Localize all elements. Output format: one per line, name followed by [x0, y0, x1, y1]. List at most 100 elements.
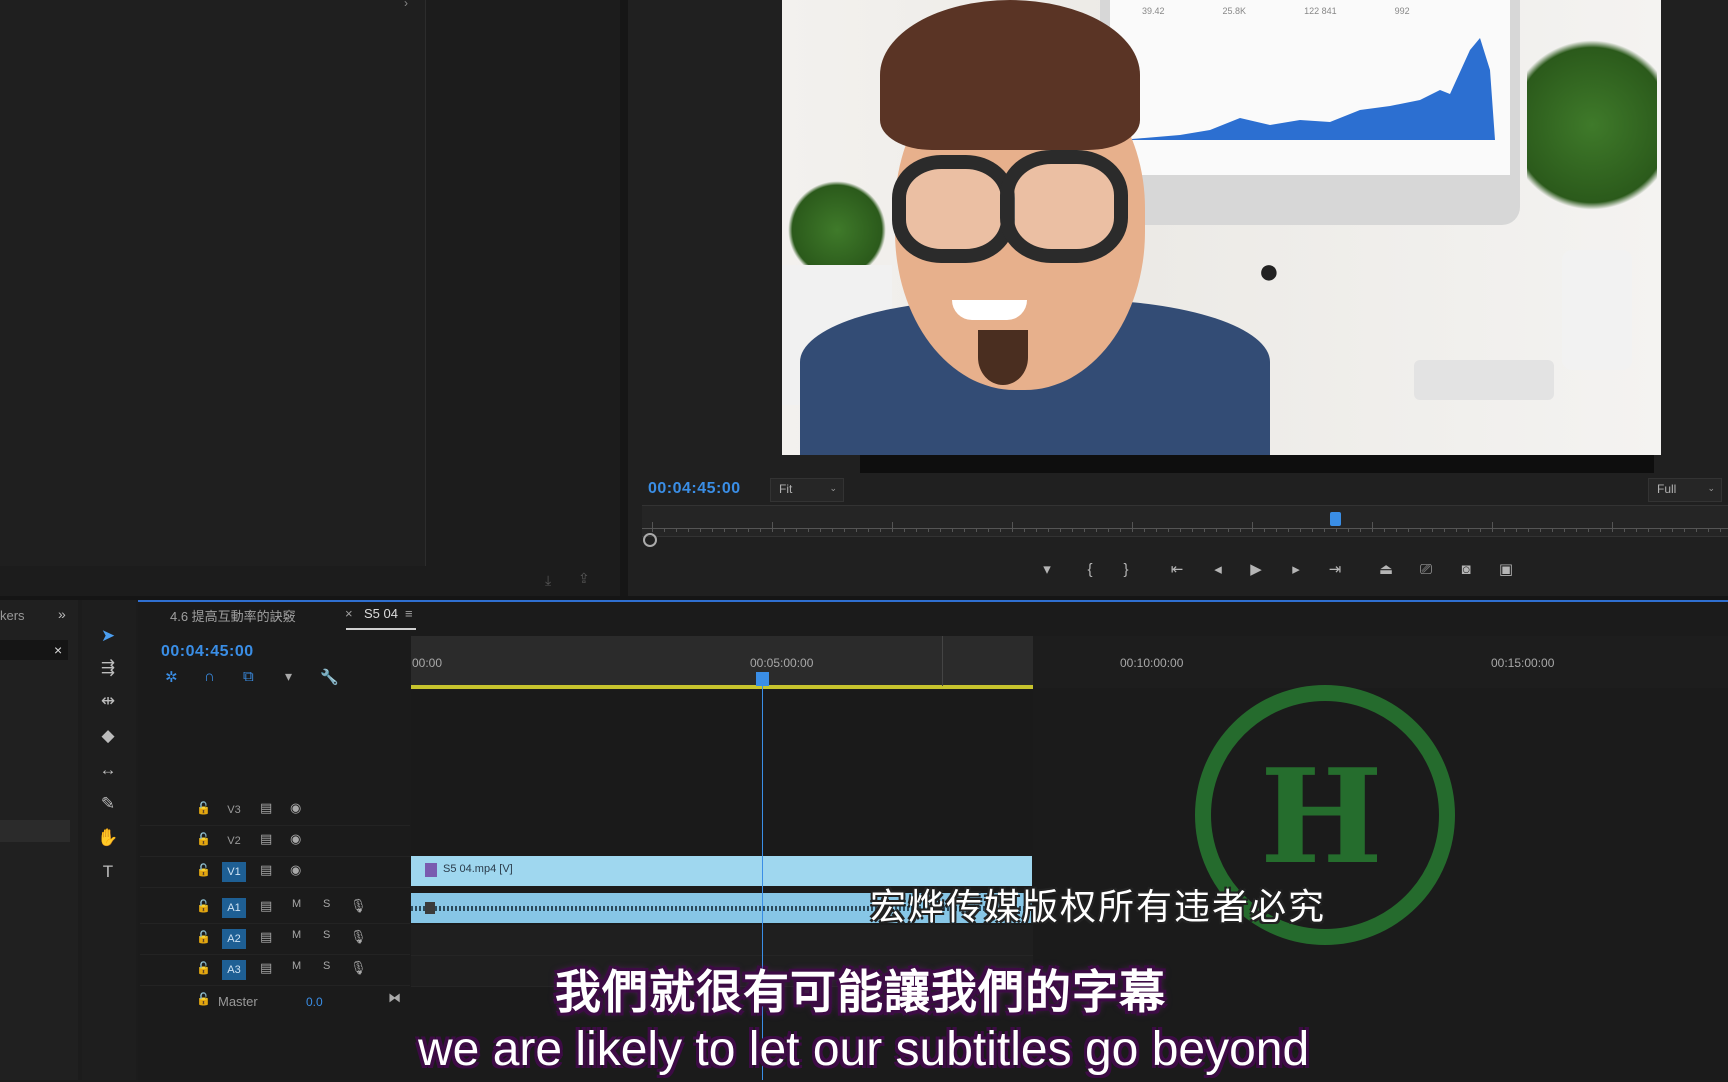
selection-tool-icon[interactable]: ➤: [96, 624, 120, 648]
subtitle-chinese: 我們就很有可能讓我們的字幕: [555, 966, 1166, 1018]
solo-button[interactable]: S: [323, 929, 330, 941]
source-monitor-frame: [0, 0, 426, 566]
track-header-v3: 🔓 V3 ▤ ◉: [140, 795, 410, 826]
mark-in-icon[interactable]: {: [1078, 558, 1102, 582]
in-point-handle[interactable]: [643, 533, 657, 547]
step-back-icon[interactable]: ◂: [1206, 558, 1230, 582]
sync-lock-icon[interactable]: ▤: [260, 960, 272, 976]
track-label[interactable]: V2: [222, 831, 246, 851]
project-tab-label[interactable]: kers: [0, 608, 25, 623]
hand-tool-icon[interactable]: ✋: [96, 826, 120, 850]
go-to-end-icon[interactable]: ⧓: [388, 990, 401, 1006]
watermark-letters: H: [1260, 740, 1383, 893]
tab-active-sequence[interactable]: S5 04: [364, 606, 398, 621]
ruler-label: 00:15:00:00: [1491, 656, 1555, 670]
program-timecode[interactable]: 00:04:45:00: [648, 480, 741, 498]
microphone-icon[interactable]: 🎙: [350, 960, 367, 976]
go-to-out-icon[interactable]: ⇥: [1323, 558, 1347, 582]
lock-icon[interactable]: 🔓: [196, 961, 211, 975]
lock-icon[interactable]: 🔓: [196, 930, 211, 944]
tab-sequence[interactable]: 4.6 提高互動率的訣竅: [170, 606, 296, 625]
snap-icon[interactable]: ∩: [204, 668, 215, 685]
mute-button[interactable]: M: [292, 960, 301, 972]
track-label[interactable]: A3: [222, 960, 246, 980]
lock-icon[interactable]: 🔓: [196, 801, 211, 815]
play-icon[interactable]: ▶: [1244, 558, 1268, 582]
eye-icon[interactable]: ◉: [290, 862, 301, 878]
timeline-playhead[interactable]: [756, 672, 769, 686]
lock-icon[interactable]: 🔓: [196, 863, 211, 877]
project-list-item[interactable]: [0, 820, 70, 842]
solo-button[interactable]: S: [323, 898, 330, 910]
lock-icon[interactable]: 🔓: [196, 832, 211, 846]
linked-selection-icon[interactable]: ⧉: [243, 668, 254, 685]
plant-right: [1527, 0, 1657, 260]
sync-lock-icon[interactable]: ▤: [260, 800, 272, 816]
master-volume-value[interactable]: 0.0: [306, 995, 323, 1009]
quality-select[interactable]: Full ⌄: [1648, 478, 1722, 502]
lock-icon[interactable]: 🔓: [196, 899, 211, 913]
solo-button[interactable]: S: [323, 960, 330, 972]
sync-lock-icon[interactable]: ▤: [260, 898, 272, 914]
add-marker-icon[interactable]: ▾: [285, 668, 292, 685]
timeline-timecode[interactable]: 00:04:45:00: [161, 643, 254, 661]
avatar-beard: [978, 330, 1028, 385]
comparison-view-icon[interactable]: ▣: [1494, 558, 1518, 582]
track-label[interactable]: V3: [222, 800, 246, 820]
track-label[interactable]: V1: [222, 862, 246, 882]
program-scrub-bar[interactable]: [642, 505, 1728, 537]
extract-icon[interactable]: ⎚: [1414, 558, 1438, 582]
go-to-in-icon[interactable]: ⇤: [1165, 558, 1189, 582]
mute-button[interactable]: M: [292, 929, 301, 941]
lift-icon[interactable]: ⏏: [1374, 558, 1398, 582]
clip-name: S5 04.mp4 [V]: [443, 863, 513, 875]
timeline-ruler-active: [411, 636, 1033, 688]
lock-icon[interactable]: 🔓: [196, 992, 211, 1006]
track-header-a1: 🔓 A1 ▤ M S 🎙: [140, 893, 410, 924]
close-icon[interactable]: ×: [54, 642, 62, 658]
wrench-icon[interactable]: 🔧: [320, 668, 339, 686]
sync-lock-icon[interactable]: ▤: [260, 929, 272, 945]
chevron-right-icon[interactable]: ›: [404, 0, 408, 10]
mute-button[interactable]: M: [292, 898, 301, 910]
export-frame-icon[interactable]: ⇪: [578, 570, 590, 587]
fx-badge-icon: [425, 863, 437, 877]
work-area-bar[interactable]: [411, 685, 1033, 689]
master-label: Master: [218, 994, 258, 1009]
ripple-edit-tool-icon[interactable]: ⇹: [96, 689, 120, 713]
track-label[interactable]: A1: [222, 898, 246, 918]
glasses-left: [892, 155, 1015, 263]
track-header-v1: 🔓 V1 ▤ ◉: [140, 857, 410, 888]
fx-badge-icon: [425, 902, 435, 914]
pen-tool-icon[interactable]: ✎: [96, 792, 120, 816]
eye-icon[interactable]: ◉: [290, 831, 301, 847]
nest-icon[interactable]: ✲: [165, 668, 178, 686]
track-header-v2: 🔓 V2 ▤ ◉: [140, 826, 410, 857]
track-label[interactable]: A2: [222, 929, 246, 949]
menu-icon[interactable]: ≡: [405, 606, 413, 621]
add-marker-icon[interactable]: ▾: [1035, 558, 1059, 582]
program-playhead[interactable]: [1330, 512, 1341, 526]
sync-lock-icon[interactable]: ▤: [260, 862, 272, 878]
mark-out-icon[interactable]: }: [1114, 558, 1138, 582]
close-icon[interactable]: ×: [345, 606, 353, 621]
insert-icon[interactable]: ⤓: [545, 572, 551, 589]
step-forward-icon[interactable]: ▸: [1284, 558, 1308, 582]
panel-divider: [620, 0, 628, 596]
sync-lock-icon[interactable]: ▤: [260, 831, 272, 847]
scrub-tick: [772, 522, 773, 532]
microphone-icon[interactable]: 🎙: [350, 929, 367, 945]
track-header-a3: 🔓 A3 ▤ M S 🎙: [140, 955, 410, 986]
eye-icon[interactable]: ◉: [290, 800, 301, 816]
panel-overflow-icon[interactable]: »: [58, 606, 66, 622]
razor-tool-icon[interactable]: ◆: [96, 724, 120, 748]
track-header-master: 🔓 Master 0.0 ⧓: [140, 986, 410, 1016]
type-tool-icon[interactable]: T: [96, 860, 120, 884]
slip-tool-icon[interactable]: ↔: [96, 758, 120, 782]
track-select-tool-icon[interactable]: ⇶: [96, 656, 120, 680]
screen-chart: [1120, 38, 1495, 140]
microphone-icon[interactable]: 🎙: [350, 898, 367, 914]
pot: [1562, 250, 1632, 370]
zoom-select[interactable]: Fit ⌄: [770, 478, 844, 502]
export-frame-icon[interactable]: ◙: [1454, 558, 1478, 582]
